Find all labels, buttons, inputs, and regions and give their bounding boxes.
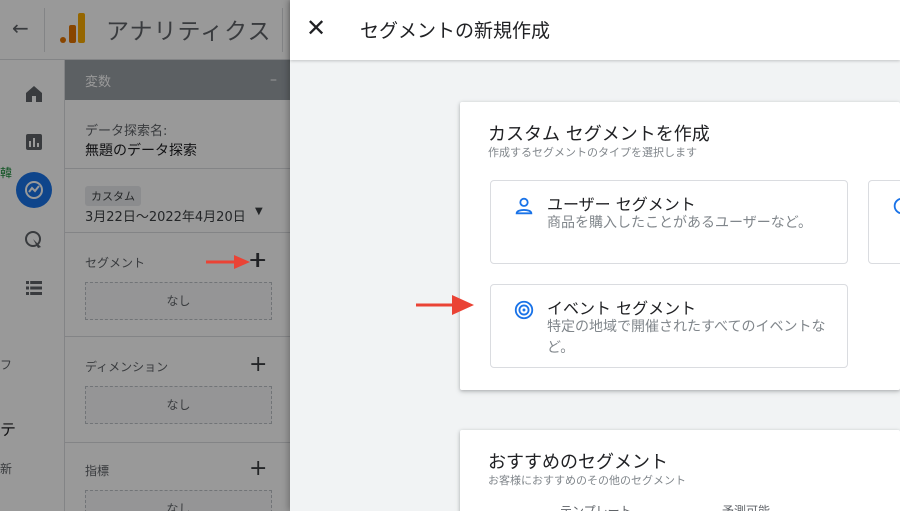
- tab-template[interactable]: テンプレート: [560, 502, 632, 511]
- person-icon: [513, 195, 535, 217]
- session-icon: [891, 195, 900, 217]
- user-segment-option[interactable]: ユーザー セグメント 商品を購入したことがあるユーザーなど。: [490, 180, 848, 264]
- tab-predictive[interactable]: 予測可能: [722, 502, 770, 511]
- option-desc: 特定の地域で開催されたすべてのイベントなど。: [547, 319, 826, 356]
- close-icon[interactable]: ✕: [306, 14, 326, 42]
- event-segment-option[interactable]: イベント セグメント 特定の地域で開催されたすべてのイベントなど。: [490, 284, 848, 368]
- card-subtitle: お客様におすすめのその他のセグメント: [488, 474, 686, 487]
- recommended-segment-card: おすすめのセグメント お客様におすすめのその他のセグメント テンプレート 予測可…: [460, 430, 900, 511]
- drawer-header: ✕ セグメントの新規作成: [290, 0, 900, 60]
- option-title: ユーザー セグメント: [547, 195, 696, 214]
- option-title: イベント セグメント: [547, 299, 697, 318]
- card-title: おすすめのセグメント: [488, 452, 668, 473]
- card-subtitle: 作成するセグメントのタイプを選択します: [488, 146, 697, 159]
- annotation-arrow-icon: [206, 255, 250, 269]
- drawer-title: セグメントの新規作成: [360, 20, 551, 42]
- new-segment-drawer: ✕ セグメントの新規作成 カスタム セグメントを作成 作成するセグメントのタイプ…: [290, 0, 900, 511]
- add-segment-button-highlight[interactable]: +: [248, 250, 266, 272]
- option-desc: 商品を購入したことがあるユーザーなど。: [547, 215, 813, 231]
- custom-segment-card: カスタム セグメントを作成 作成するセグメントのタイプを選択します ユーザー セ…: [460, 102, 900, 390]
- annotation-arrow-icon: [416, 295, 474, 315]
- analytics-app: ← アナリティクス 韓 フ テ 新 変数 – データ探索名: 無題のデータ探索 …: [0, 0, 290, 511]
- event-icon: [513, 299, 535, 321]
- session-segment-option[interactable]: [868, 180, 900, 264]
- card-title: カスタム セグメントを作成: [488, 124, 710, 145]
